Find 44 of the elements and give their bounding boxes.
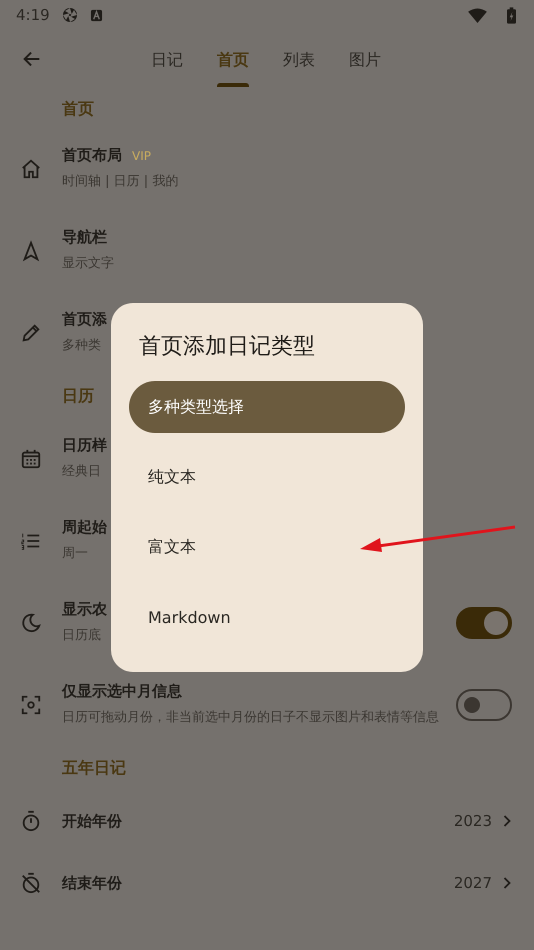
dialog-option[interactable]: Markdown [129,591,405,643]
setting-value: 2027 [454,874,492,892]
toggle-switch[interactable] [456,689,512,721]
dialog-title: 首页添加日记类型 [138,333,316,361]
vip-label: VIP [132,148,151,162]
setting-value: 2023 [454,812,492,830]
dialog-option[interactable]: 富文本 [129,521,405,573]
setting-description: 经典日 [62,463,101,481]
setting-title: 首页添 [62,310,107,329]
pencil-icon [20,322,42,344]
setting-title: 结束年份 [62,874,122,892]
dialog-option[interactable]: 多种类型选择 [129,381,405,433]
moon-icon [20,612,42,634]
calendar-icon [20,448,42,470]
setting-title: 日历样 [62,436,107,455]
app-badge-icon [90,8,103,22]
toggle-switch[interactable] [456,607,512,639]
setting-title: 仅显示选中月信息 [62,682,182,701]
setting-description: 周一 [62,545,88,563]
chevron-right-icon [502,876,512,890]
focus-frame-icon [20,694,42,716]
home-icon [20,158,42,180]
stopwatch-icon [20,810,42,832]
setting-title: 开始年份 [62,812,122,830]
setting-title: 显示农 [62,600,107,619]
section-header: 日历 [62,386,94,406]
navigation-arrow-icon [20,240,42,262]
setting-description: 时间轴 | 日历 | 我的 [62,173,178,191]
setting-title: 导航栏 [62,228,107,247]
status-time: 4:19 [16,6,50,24]
section-header: 首页 [62,98,94,120]
battery-icon [507,6,516,24]
chevron-right-icon [502,814,512,828]
setting-title: 周起始 [62,518,107,537]
setting-description: 日历底 [62,627,101,645]
stopwatch-off-icon [20,872,42,894]
setting-title: 首页布局 [62,146,122,165]
setting-description: 多种类 [62,337,101,355]
setting-description: 日历可拖动月份，非当前选中月份的日子不显示图片和表情等信息 [62,709,439,727]
setting-description: 显示文字 [62,255,114,273]
aperture-icon [62,7,78,23]
dialog-option[interactable]: 纯文本 [129,451,405,503]
section-header: 五年日记 [62,758,126,778]
wifi-icon [468,8,487,22]
